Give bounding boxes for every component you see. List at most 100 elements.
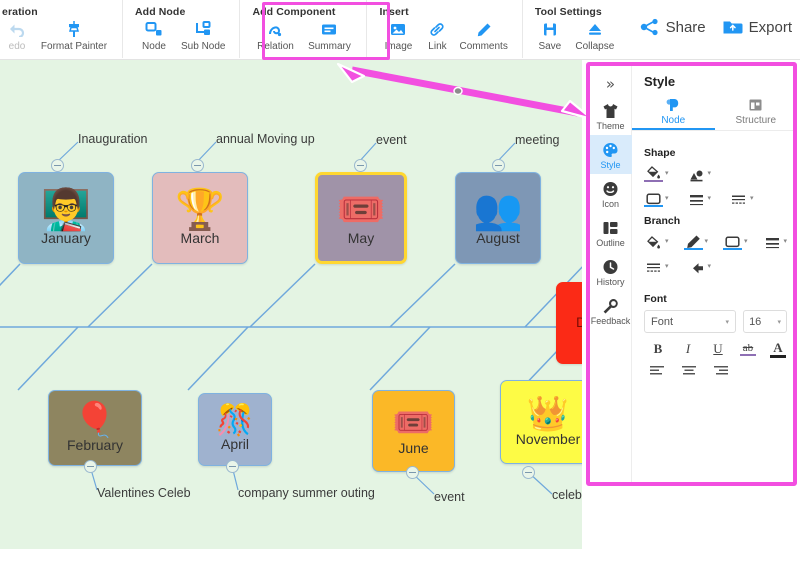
chevron-down-icon[interactable]: ▾ [744, 237, 748, 245]
add-node-button[interactable]: Node [133, 20, 175, 52]
strikethrough-button[interactable]: ab [740, 342, 756, 357]
collapse-toggle-august[interactable] [492, 159, 505, 172]
export-label: Export [748, 18, 792, 36]
undo-button[interactable]: edo [0, 20, 34, 52]
branch-label-inauguration[interactable]: Inauguration [78, 132, 148, 146]
branch-label-valentines-celeb[interactable]: Valentines Celeb [97, 486, 191, 500]
font-color-button[interactable]: A [770, 341, 786, 358]
line-weight-icon [687, 189, 706, 207]
branch-label-meeting[interactable]: meeting [515, 133, 559, 147]
insert-link-button[interactable]: Link [421, 20, 453, 52]
add-summary-button[interactable]: Summary [302, 20, 356, 52]
tab-structure[interactable]: Structure [715, 95, 793, 130]
chevron-down-icon[interactable]: ▾ [750, 194, 754, 202]
branch-label-event-may[interactable]: event [376, 133, 407, 147]
chevron-down-icon[interactable]: ▾ [708, 262, 712, 270]
collapse-toggle-april[interactable] [226, 460, 239, 473]
node-february[interactable]: 🎈 February [48, 390, 142, 466]
format-painter-button[interactable]: Format Painter [36, 20, 112, 52]
insert-comments-button[interactable]: Comments [455, 20, 511, 52]
chevron-down-icon: ▾ [777, 318, 782, 326]
chevron-down-icon[interactable]: ▾ [665, 237, 669, 245]
node-january[interactable]: 👨‍🏫 January [18, 172, 114, 264]
collapse-toggle-february[interactable] [84, 460, 97, 473]
branch-label-event-june[interactable]: event [434, 490, 465, 504]
add-sub-node-button[interactable]: Sub Node [177, 20, 229, 52]
collapse-toggle-june[interactable] [406, 466, 419, 479]
branch-fill-color-control[interactable]: ▾ [644, 232, 669, 250]
chevron-down-icon[interactable]: ▾ [665, 194, 669, 202]
font-family-select[interactable]: Font ▾ [644, 310, 737, 333]
smiley-icon [602, 180, 619, 197]
add-relation-button[interactable]: Relation [250, 20, 300, 52]
node-label: February [66, 436, 124, 453]
tshirt-icon [602, 102, 619, 119]
tab-node[interactable]: Node [632, 95, 715, 130]
chevron-down-icon[interactable]: ▾ [784, 237, 788, 245]
group-title: Insert [379, 6, 409, 18]
canvas-bottom-strip [0, 549, 582, 576]
top-toolbar: eration edo Format Painter Add Node Node… [0, 0, 800, 60]
shape-row-1: ▾ ▾ [644, 164, 787, 182]
section-title-font: Font [644, 293, 667, 305]
rail-item-theme[interactable]: Theme [590, 96, 632, 135]
chevron-down-icon[interactable]: ▾ [665, 262, 669, 270]
branch-label-celeb[interactable]: celeb [552, 488, 582, 502]
border-shape-icon [644, 189, 663, 207]
chevron-down-icon[interactable]: ▾ [705, 237, 709, 245]
node-shape-icon [666, 97, 681, 113]
branch-label-annual-moving-up[interactable]: annual Moving up [216, 132, 315, 146]
rail-item-feedback[interactable]: Feedback [590, 291, 632, 330]
collapse-toggle-november[interactable] [522, 466, 535, 479]
panel-collapse-icon[interactable]: » [606, 72, 615, 96]
collapse-toggle-may[interactable] [354, 159, 367, 172]
align-right-button[interactable] [714, 364, 728, 382]
node-june[interactable]: 🎟️ June [372, 390, 455, 472]
save-button[interactable]: Save [533, 20, 567, 52]
node-image: 🎊 [216, 404, 254, 438]
node-november[interactable]: 👑 November [500, 380, 582, 464]
mindmap-canvas[interactable]: D 👨‍🏫 January Inauguration 🏆 March annua… [0, 60, 582, 549]
branch-line-weight-control[interactable]: ▾ [763, 232, 788, 250]
font-size-select[interactable]: 16 ▾ [743, 310, 788, 333]
collapse-button[interactable]: Collapse [569, 20, 621, 52]
chevron-down-icon[interactable]: ▾ [708, 194, 712, 202]
branch-label-company-summer-outing[interactable]: company summer outing [238, 486, 375, 500]
underline-button[interactable]: U [710, 341, 726, 357]
collapse-toggle-january[interactable] [51, 159, 64, 172]
bold-button[interactable]: B [650, 341, 666, 357]
shape-line-dash-control[interactable]: ▾ [729, 189, 754, 207]
rail-item-outline[interactable]: Outline [590, 213, 632, 252]
chevron-down-icon[interactable]: ▾ [708, 169, 712, 177]
shape-fill-color-control[interactable]: ▾ [644, 164, 669, 182]
node-march[interactable]: 🏆 March [152, 172, 248, 264]
shape-style-control[interactable]: ▾ [687, 164, 712, 182]
rail-item-icon[interactable]: Icon [590, 174, 632, 213]
export-button[interactable]: Export [722, 18, 792, 36]
node-label: November [515, 430, 581, 447]
rail-item-history[interactable]: History [590, 252, 632, 291]
font-format-row: B I U ab A [644, 341, 787, 358]
align-center-button[interactable] [682, 364, 696, 382]
node-august[interactable]: 👥 August [455, 172, 541, 264]
outline-icon [602, 219, 619, 236]
rail-item-style[interactable]: Style [590, 135, 632, 174]
node-label: Node [142, 41, 166, 52]
shape-line-weight-control[interactable]: ▾ [687, 189, 712, 207]
shape-border-control[interactable]: ▾ [644, 189, 669, 207]
chevron-down-icon[interactable]: ▾ [665, 169, 669, 177]
insert-image-button[interactable]: Image [377, 20, 419, 52]
italic-button[interactable]: I [680, 341, 696, 357]
tab-label: Structure [735, 115, 777, 126]
collapse-toggle-march[interactable] [191, 159, 204, 172]
rail-label: Icon [601, 199, 619, 209]
branch-line-dash-control[interactable]: ▾ [644, 257, 669, 275]
align-left-button[interactable] [650, 364, 664, 382]
share-button[interactable]: Share [640, 18, 706, 36]
branch-shape-control[interactable]: ▾ [723, 232, 748, 250]
node-april[interactable]: 🎊 April [198, 393, 272, 466]
node-hidden-red[interactable]: D [556, 282, 582, 364]
branch-pen-color-control[interactable]: ▾ [683, 232, 709, 250]
branch-arrow-style-control[interactable]: ▾ [687, 257, 712, 275]
node-may[interactable]: 🎟️ May [315, 172, 407, 264]
